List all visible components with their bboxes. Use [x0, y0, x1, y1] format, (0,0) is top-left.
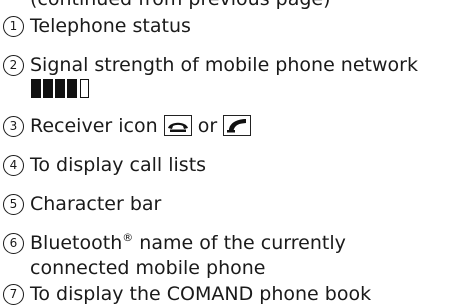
- signal-bar-2: [43, 79, 53, 98]
- item-text-5: Character bar: [30, 193, 162, 215]
- item-number-1: 1: [3, 16, 24, 37]
- item-number-5: 5: [3, 194, 24, 215]
- signal-bar-4: [67, 79, 77, 98]
- registered-mark: ®: [122, 231, 134, 244]
- item-text-3: Receiver icon or: [30, 115, 252, 137]
- item-text-6-line1: Bluetooth® name of the currently: [30, 232, 346, 254]
- receiver-hung-up-icon: [163, 115, 192, 136]
- item-number-6: 6: [3, 233, 24, 254]
- bluetooth-word: Bluetooth: [30, 232, 123, 254]
- receiver-or-text: or: [197, 115, 218, 137]
- receiver-label: Receiver icon: [30, 115, 158, 137]
- signal-strength-icon: [31, 79, 93, 98]
- receiver-lifted-icon: [223, 115, 252, 136]
- item-text-4: To display call lists: [30, 154, 207, 176]
- item-number-3: 3: [3, 116, 24, 137]
- item-number-4: 4: [3, 155, 24, 176]
- signal-bar-1: [31, 79, 41, 98]
- item-text-1: Telephone status: [30, 15, 191, 37]
- manual-legend: (continued from previous page) 1 Telepho…: [0, 0, 460, 305]
- item-6-rest: name of the currently: [133, 232, 346, 254]
- signal-bar-3: [55, 79, 65, 98]
- item-text-6-line2: connected mobile phone: [30, 257, 266, 279]
- item-number-2: 2: [3, 55, 24, 76]
- item-text-2: Signal strength of mobile phone network: [30, 54, 418, 76]
- cut-off-previous-line: (continued from previous page): [30, 0, 331, 10]
- signal-bar-5-empty: [80, 79, 89, 98]
